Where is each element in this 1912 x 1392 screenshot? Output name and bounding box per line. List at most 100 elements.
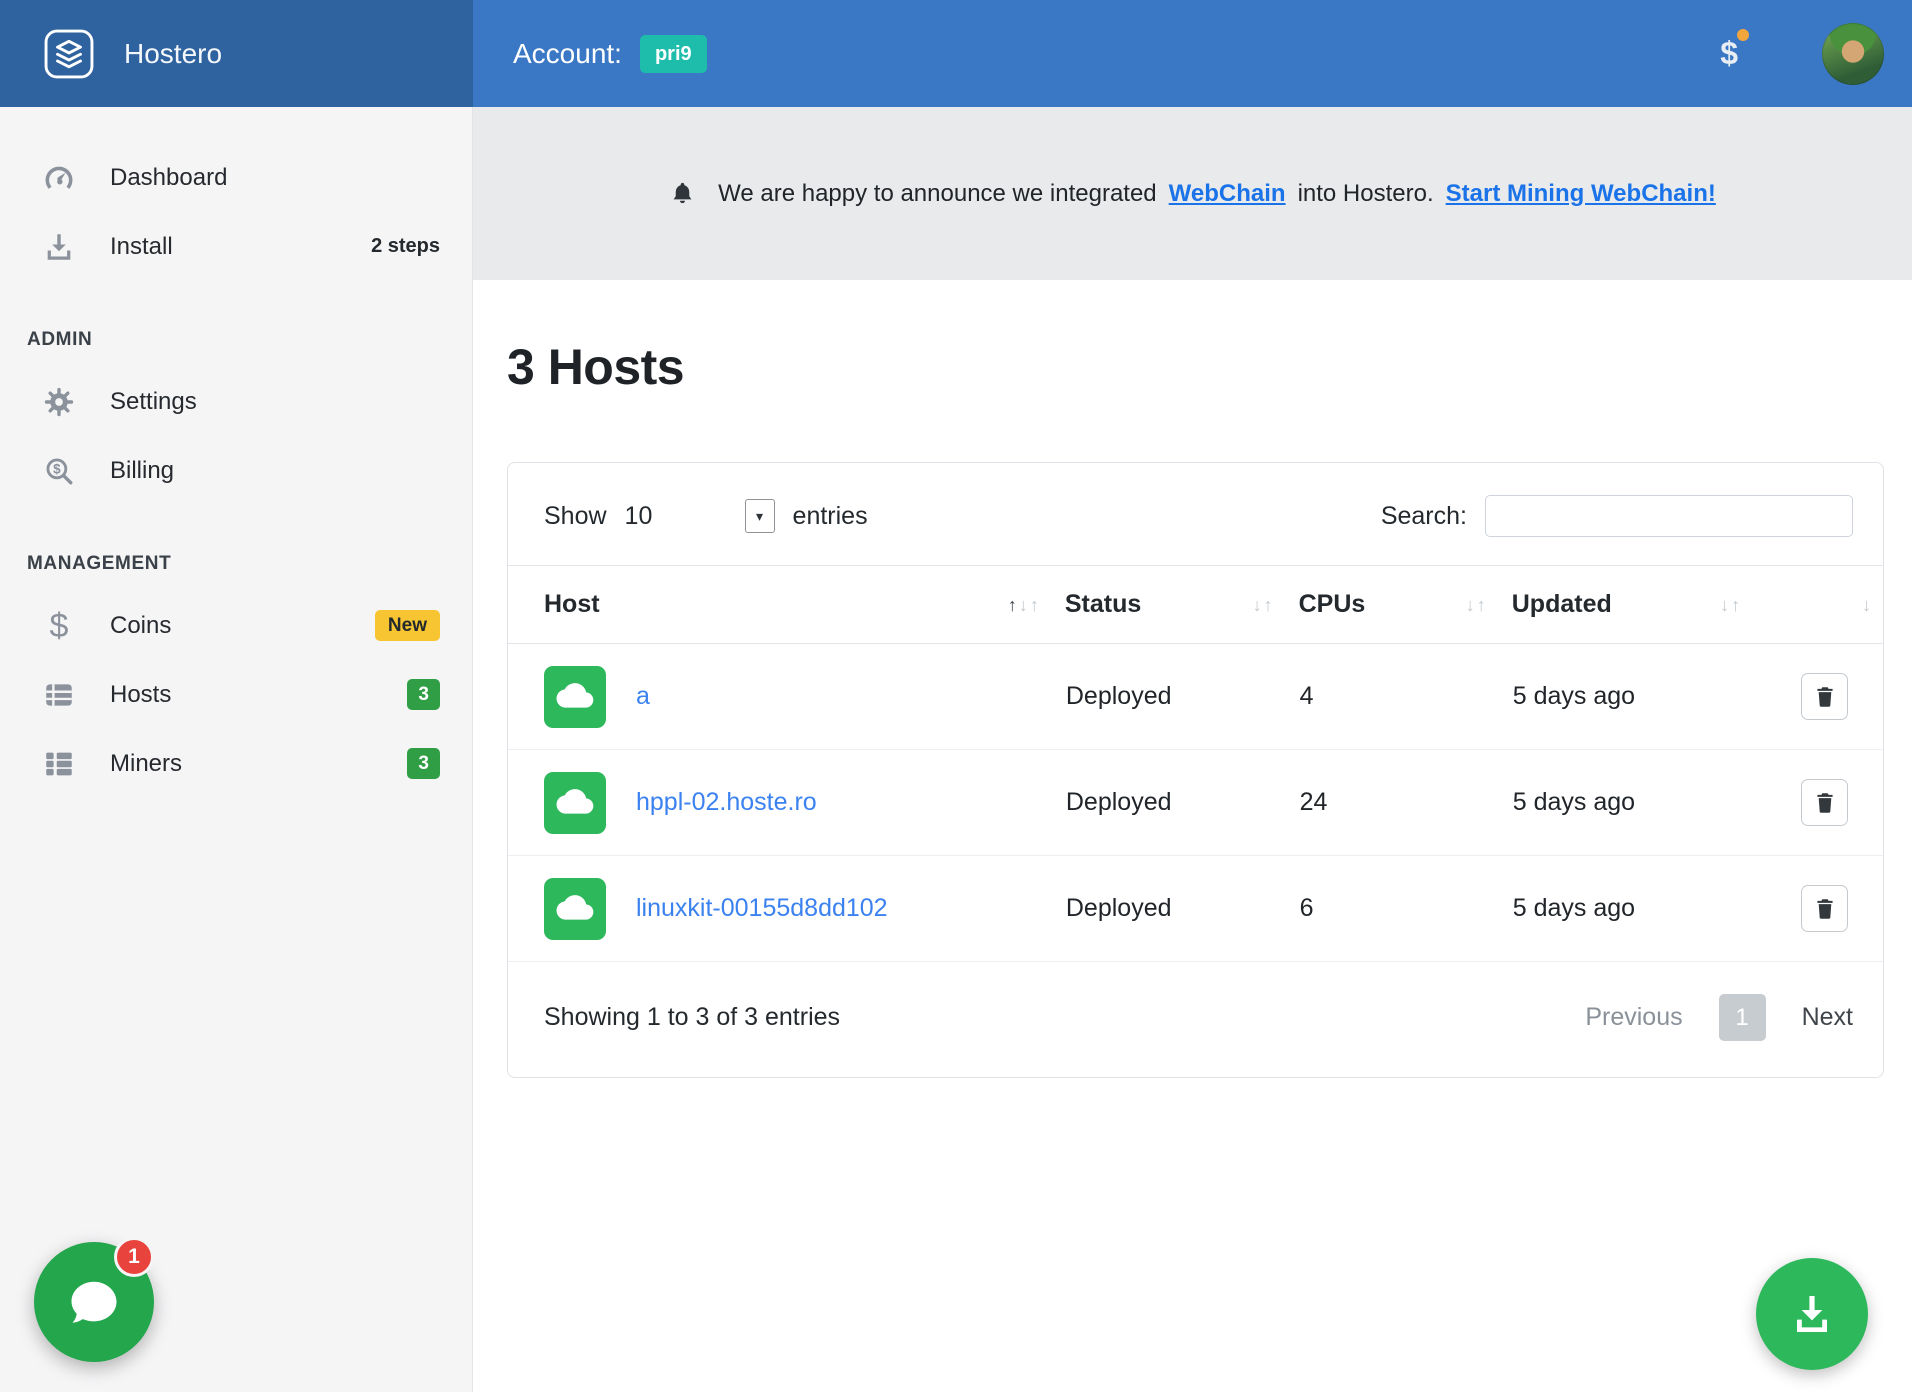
col-header-status[interactable]: Status ↓ ↑ [1065,566,1299,644]
svg-text:$: $ [53,461,61,476]
col-header-cpus[interactable]: CPUs ↓ ↑ [1299,566,1512,644]
col-header-host[interactable]: Host ↑ ↓ ↑ [508,566,1065,644]
gear-icon [38,385,80,419]
account-label: Account: [513,38,622,70]
account-badge[interactable]: pri9 [640,35,707,73]
host-link[interactable]: linuxkit-00155d8dd102 [636,894,888,923]
bell-icon [669,180,696,207]
host-link[interactable]: a [636,682,650,711]
sidebar-item-dashboard[interactable]: Dashboard [0,143,472,212]
sidebar-section-admin: ADMIN [0,329,472,351]
sidebar-item-install[interactable]: Install 2 steps [0,212,472,281]
col-header-actions[interactable]: ↓ [1766,566,1883,644]
delete-host-button[interactable] [1801,885,1848,932]
chat-bubble-icon [67,1275,121,1329]
account-info: Account: pri9 [513,35,707,73]
sidebar-item-settings[interactable]: Settings [0,367,472,436]
topbar-main: Account: pri9 $ [473,0,1912,107]
table-controls: Show 10 ▾ entries Search: [508,463,1883,565]
layout: Dashboard Install 2 steps ADMIN [0,107,1912,1392]
chat-unread-badge: 1 [114,1237,154,1277]
search-label: Search: [1381,502,1467,531]
sort-desc-icon[interactable]: ↓ [1253,596,1262,614]
brand-name: Hostero [124,38,222,70]
sidebar-item-billing[interactable]: $ Billing [0,436,472,505]
brand-area[interactable]: Hostero [0,0,473,107]
avatar[interactable] [1822,23,1884,85]
host-updated: 5 days ago [1512,856,1766,962]
download-icon [38,230,80,264]
download-fab-button[interactable] [1756,1258,1868,1370]
delete-host-button[interactable] [1801,779,1848,826]
entries-label: entries [793,502,868,531]
host-cloud-icon [544,666,606,728]
host-cpus: 6 [1299,856,1512,962]
sort-asc-active-icon[interactable]: ↑ [1008,596,1017,614]
sort-asc-icon[interactable]: ↑ [1731,596,1740,614]
dollar-glyph: $ [1720,35,1738,71]
sidebar-item-label: Hosts [110,681,377,709]
entries-select-value: 10 [625,502,653,531]
host-status: Deployed [1065,644,1299,750]
host-cloud-icon [544,772,606,834]
sort-desc-icon[interactable]: ↓ [1019,596,1028,614]
table-header-row: Host ↑ ↓ ↑ [508,566,1883,644]
sidebar-item-coins[interactable]: $ Coins New [0,591,472,660]
show-label: Show [544,502,607,531]
entries-summary: Showing 1 to 3 of 3 entries [544,1003,840,1032]
sidebar-item-label: Coins [110,612,345,640]
sort-desc-icon[interactable]: ↓ [1862,596,1871,614]
col-label: Updated [1512,590,1612,619]
delete-host-button[interactable] [1801,673,1848,720]
next-page-button[interactable]: Next [1802,1003,1853,1032]
col-label: CPUs [1299,590,1366,619]
search-input[interactable] [1485,495,1853,537]
app-root: Hostero Account: pri9 $ [0,0,1912,1392]
entries-select[interactable]: 10 ▾ [625,499,775,533]
start-mining-link[interactable]: Start Mining WebChain! [1446,180,1716,208]
table-row: linuxkit-00155d8dd102 Deployed 6 5 days … [508,856,1883,962]
sort-desc-icon[interactable]: ↓ [1466,596,1475,614]
page-title: 3 Hosts [507,338,1884,396]
notification-dot [1737,29,1749,41]
table-footer: Showing 1 to 3 of 3 entries Previous 1 N… [508,962,1883,1077]
search-control: Search: [1381,495,1853,537]
sidebar-item-label: Dashboard [110,164,440,192]
sort-asc-icon[interactable]: ↑ [1030,596,1039,614]
host-status: Deployed [1065,856,1299,962]
main-content: We are happy to announce we integrated W… [473,107,1912,1392]
sidebar-item-hosts[interactable]: Hosts 3 [0,660,472,729]
col-header-updated[interactable]: Updated ↓ ↑ [1512,566,1766,644]
announcement-banner: We are happy to announce we integrated W… [473,107,1912,280]
col-label: Host [544,590,600,619]
banner-text-before: We are happy to announce we integrated [718,180,1157,208]
hosts-count-badge: 3 [407,679,440,710]
sort-asc-icon[interactable]: ↑ [1477,596,1486,614]
sidebar-item-miners[interactable]: Miners 3 [0,729,472,798]
host-link[interactable]: hppl-02.hoste.ro [636,788,817,817]
banner-text-middle: into Hostero. [1298,180,1434,208]
current-page-button[interactable]: 1 [1719,994,1766,1041]
chat-button[interactable]: 1 [34,1242,154,1362]
sort-desc-icon[interactable]: ↓ [1720,596,1729,614]
previous-page-button[interactable]: Previous [1585,1003,1682,1032]
hosts-card: Show 10 ▾ entries Search: [507,462,1884,1078]
dollar-icon: $ [38,609,80,643]
miners-count-badge: 3 [407,748,440,779]
sidebar-item-label: Install [110,233,341,261]
miners-grid-icon [38,747,80,781]
table-row: a Deployed 4 5 days ago [508,644,1883,750]
hostero-logo-icon [40,25,98,83]
host-cpus: 24 [1299,750,1512,856]
coins-new-badge: New [375,610,440,641]
dashboard-icon [38,161,80,195]
webchain-link[interactable]: WebChain [1169,180,1286,208]
install-steps-label: 2 steps [371,235,440,258]
sort-asc-icon[interactable]: ↑ [1264,596,1273,614]
col-label: Status [1065,590,1141,619]
host-status: Deployed [1065,750,1299,856]
billing-search-icon: $ [38,454,80,488]
sidebar-item-label: Settings [110,388,440,416]
sidebar: Dashboard Install 2 steps ADMIN [0,107,473,1392]
balance-icon[interactable]: $ [1716,29,1742,78]
